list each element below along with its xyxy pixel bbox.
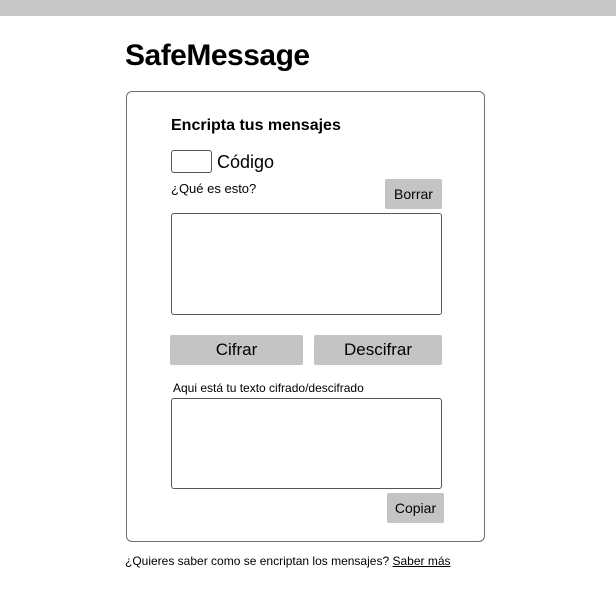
- what-is-this-link[interactable]: ¿Qué es esto?: [171, 181, 256, 197]
- result-label: Aqui está tu texto cifrado/descifrado: [173, 381, 364, 395]
- footer-question: ¿Quieres saber como se encriptan los men…: [125, 554, 390, 568]
- message-input[interactable]: [171, 213, 442, 315]
- browser-top-bar: [0, 0, 616, 16]
- code-label: Código: [217, 152, 275, 172]
- encrypt-button[interactable]: Cifrar: [170, 335, 303, 365]
- result-output[interactable]: [171, 398, 442, 489]
- app-title: SafeMessage: [125, 39, 310, 72]
- learn-more-link[interactable]: Saber más: [392, 554, 450, 568]
- code-input[interactable]: [171, 150, 212, 173]
- footer: ¿Quieres saber como se encriptan los men…: [125, 553, 451, 569]
- decrypt-button[interactable]: Descifrar: [314, 335, 442, 365]
- clear-button[interactable]: Borrar: [385, 179, 442, 209]
- copy-button[interactable]: Copiar: [387, 493, 444, 523]
- card-title: Encripta tus mensajes: [171, 117, 341, 134]
